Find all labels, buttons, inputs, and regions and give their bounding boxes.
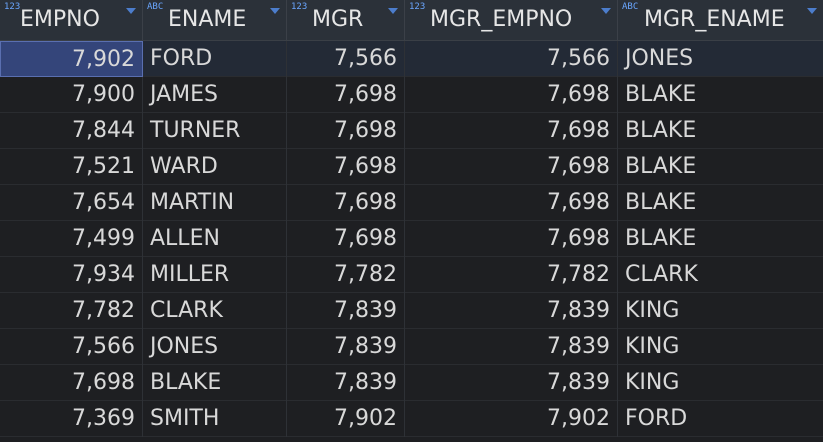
column-header-ename[interactable]: ABC ENAME bbox=[143, 0, 287, 40]
ename-cell[interactable]: TURNER bbox=[143, 113, 287, 149]
mgr-empno-cell[interactable]: 7,782 bbox=[405, 257, 618, 293]
mgr-empno-cell[interactable]: 7,698 bbox=[405, 77, 618, 113]
table-row[interactable]: 7,566 JONES 7,839 7,839 KING bbox=[0, 329, 823, 365]
mgr-cell[interactable]: 7,839 bbox=[287, 293, 405, 329]
mgr-empno-cell[interactable]: 7,902 bbox=[405, 401, 618, 437]
empno-cell[interactable]: 7,654 bbox=[0, 185, 143, 221]
empno-cell[interactable]: 7,844 bbox=[0, 113, 143, 149]
mgr-cell[interactable]: 7,698 bbox=[287, 113, 405, 149]
column-header-mgr-empno[interactable]: 123 MGR_EMPNO bbox=[405, 0, 618, 40]
mgr-empno-cell[interactable]: 7,698 bbox=[405, 113, 618, 149]
mgr-cell[interactable]: 7,698 bbox=[287, 185, 405, 221]
ename-cell[interactable]: MARTIN bbox=[143, 185, 287, 221]
empno-cell[interactable]: 7,782 bbox=[0, 293, 143, 329]
ename-cell[interactable]: JONES bbox=[143, 329, 287, 365]
ename-cell[interactable]: BLAKE bbox=[143, 365, 287, 401]
table-row[interactable]: 7,654 MARTIN 7,698 7,698 BLAKE bbox=[0, 185, 823, 221]
mgr-cell[interactable]: 7,566 bbox=[287, 41, 405, 77]
grid-header: 123 EMPNO ABC ENAME 123 MGR 123 MGR_EMPN… bbox=[0, 0, 823, 41]
mgr-cell[interactable]: 7,839 bbox=[287, 329, 405, 365]
sort-dropdown-icon[interactable] bbox=[601, 8, 611, 14]
table-row[interactable]: 7,900 JAMES 7,698 7,698 BLAKE bbox=[0, 77, 823, 113]
mgr-ename-cell[interactable]: BLAKE bbox=[618, 221, 823, 257]
mgr-ename-cell[interactable]: CLARK bbox=[618, 257, 823, 293]
mgr-ename-cell[interactable]: FORD bbox=[618, 401, 823, 437]
table-row[interactable]: 7,499 ALLEN 7,698 7,698 BLAKE bbox=[0, 221, 823, 257]
text-type-icon: ABC bbox=[147, 2, 164, 12]
mgr-cell[interactable]: 7,782 bbox=[287, 257, 405, 293]
sort-dropdown-icon[interactable] bbox=[388, 8, 398, 14]
table-row[interactable]: 7,934 MILLER 7,782 7,782 CLARK bbox=[0, 257, 823, 293]
column-header-label: MGR bbox=[312, 7, 364, 32]
column-header-mgr-ename[interactable]: ABC MGR_ENAME bbox=[618, 0, 823, 40]
empno-cell[interactable]: 7,566 bbox=[0, 329, 143, 365]
empno-cell[interactable]: 7,369 bbox=[0, 401, 143, 437]
table-row[interactable]: 7,698 BLAKE 7,839 7,839 KING bbox=[0, 365, 823, 401]
empno-cell[interactable]: 7,698 bbox=[0, 365, 143, 401]
ename-cell[interactable]: FORD bbox=[143, 41, 287, 77]
mgr-cell[interactable]: 7,698 bbox=[287, 77, 405, 113]
column-header-label: MGR_ENAME bbox=[644, 7, 785, 32]
empno-cell[interactable]: 7,499 bbox=[0, 221, 143, 257]
numeric-type-icon: 123 bbox=[291, 2, 308, 12]
numeric-type-icon: 123 bbox=[4, 2, 21, 12]
mgr-empno-cell[interactable]: 7,839 bbox=[405, 365, 618, 401]
mgr-ename-cell[interactable]: BLAKE bbox=[618, 77, 823, 113]
empno-cell[interactable]: 7,900 bbox=[0, 77, 143, 113]
table-row[interactable]: 7,782 CLARK 7,839 7,839 KING bbox=[0, 293, 823, 329]
sort-dropdown-icon[interactable] bbox=[126, 8, 136, 14]
sort-dropdown-icon[interactable] bbox=[807, 8, 817, 14]
column-header-empno[interactable]: 123 EMPNO bbox=[0, 0, 143, 40]
column-header-label: ENAME bbox=[168, 7, 247, 32]
table-row[interactable]: 7,521 WARD 7,698 7,698 BLAKE bbox=[0, 149, 823, 185]
mgr-empno-cell[interactable]: 7,698 bbox=[405, 149, 618, 185]
text-type-icon: ABC bbox=[622, 2, 639, 12]
table-row[interactable]: 7,844 TURNER 7,698 7,698 BLAKE bbox=[0, 113, 823, 149]
ename-cell[interactable]: ALLEN bbox=[143, 221, 287, 257]
numeric-type-icon: 123 bbox=[409, 2, 426, 12]
empno-cell[interactable]: 7,902 bbox=[0, 41, 143, 77]
mgr-empno-cell[interactable]: 7,698 bbox=[405, 185, 618, 221]
ename-cell[interactable]: CLARK bbox=[143, 293, 287, 329]
mgr-cell[interactable]: 7,902 bbox=[287, 401, 405, 437]
empno-cell[interactable]: 7,521 bbox=[0, 149, 143, 185]
mgr-empno-cell[interactable]: 7,698 bbox=[405, 221, 618, 257]
mgr-ename-cell[interactable]: KING bbox=[618, 293, 823, 329]
mgr-empno-cell[interactable]: 7,566 bbox=[405, 41, 618, 77]
mgr-cell[interactable]: 7,698 bbox=[287, 221, 405, 257]
ename-cell[interactable]: MILLER bbox=[143, 257, 287, 293]
mgr-ename-cell[interactable]: BLAKE bbox=[618, 185, 823, 221]
mgr-ename-cell[interactable]: KING bbox=[618, 329, 823, 365]
column-header-mgr[interactable]: 123 MGR bbox=[287, 0, 405, 40]
column-header-label: EMPNO bbox=[20, 7, 100, 32]
mgr-ename-cell[interactable]: BLAKE bbox=[618, 149, 823, 185]
ename-cell[interactable]: JAMES bbox=[143, 77, 287, 113]
mgr-ename-cell[interactable]: JONES bbox=[618, 41, 823, 77]
ename-cell[interactable]: WARD bbox=[143, 149, 287, 185]
ename-cell[interactable]: SMITH bbox=[143, 401, 287, 437]
mgr-empno-cell[interactable]: 7,839 bbox=[405, 329, 618, 365]
sort-dropdown-icon[interactable] bbox=[270, 8, 280, 14]
mgr-cell[interactable]: 7,839 bbox=[287, 365, 405, 401]
empno-cell[interactable]: 7,934 bbox=[0, 257, 143, 293]
mgr-cell[interactable]: 7,698 bbox=[287, 149, 405, 185]
mgr-ename-cell[interactable]: KING bbox=[618, 365, 823, 401]
column-header-label: MGR_EMPNO bbox=[430, 7, 573, 32]
mgr-ename-cell[interactable]: BLAKE bbox=[618, 113, 823, 149]
table-row[interactable]: 7,902 FORD 7,566 7,566 JONES bbox=[0, 41, 823, 77]
result-grid: 123 EMPNO ABC ENAME 123 MGR 123 MGR_EMPN… bbox=[0, 0, 823, 442]
mgr-empno-cell[interactable]: 7,839 bbox=[405, 293, 618, 329]
table-row[interactable]: 7,369 SMITH 7,902 7,902 FORD bbox=[0, 401, 823, 437]
